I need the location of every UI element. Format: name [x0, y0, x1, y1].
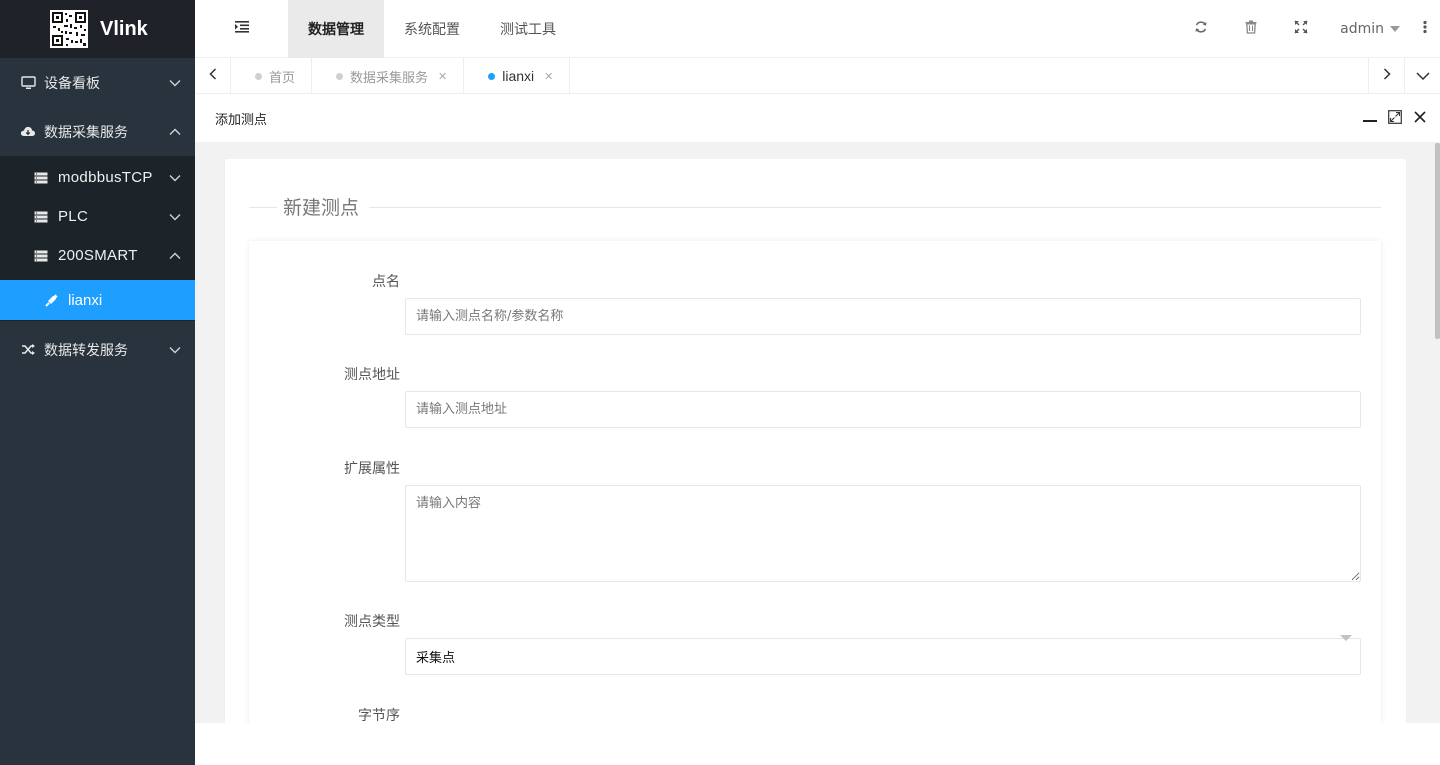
chevron-right-icon — [1383, 68, 1391, 84]
trash-icon — [1245, 20, 1257, 38]
dialog-scrollbar[interactable] — [1435, 143, 1440, 723]
fullscreen-button[interactable] — [1276, 0, 1326, 58]
server-icon — [34, 170, 50, 186]
sidebar-subitem-label: modbbusTCP — [58, 169, 153, 186]
page-tab-home[interactable]: 首页 — [231, 58, 313, 94]
sidebar-subitem-modbbustcp[interactable]: modbbusTCP — [0, 158, 195, 197]
sidebar-subitem-plc[interactable]: PLC — [0, 197, 195, 236]
fieldset-legend: 新建测点 — [249, 197, 1381, 219]
submenu-data-collection: modbbusTCP PLC 200SMART lianxi — [0, 156, 195, 321]
form-card: 新建测点 点名 测点地址 扩展属性 测点类型 采集点 字节序 — [225, 159, 1406, 723]
user-name: admin — [1340, 21, 1384, 37]
sidebar: Vlink 设备看板 数据采集服务 modbbusTCP PLC 200SMAR… — [0, 0, 195, 765]
field-label-extended-attributes: 扩展属性 — [344, 461, 400, 477]
page-tabs-bar: 首页 数据采集服务 ✕ lianxi ✕ — [195, 58, 1440, 94]
sidebar-item-data-forwarding[interactable]: 数据转发服务 — [0, 325, 195, 374]
chevron-up-icon — [169, 250, 181, 262]
close-icon[interactable]: ✕ — [438, 70, 447, 83]
header-actions: admin — [1176, 0, 1440, 58]
chevron-down-icon — [169, 77, 181, 89]
sidebar-subitem-200smart[interactable]: 200SMART — [0, 236, 195, 275]
chevron-down-icon — [169, 172, 181, 184]
sidebar-leaf-lianxi[interactable]: lianxi — [0, 280, 195, 320]
field-label-byte-order: 字节序 — [358, 708, 400, 723]
chevron-left-icon — [208, 68, 217, 84]
shuffle-icon — [20, 342, 36, 358]
minimize-button[interactable] — [1357, 107, 1382, 132]
legend-divider — [369, 207, 1381, 208]
sidebar-item-device-board[interactable]: 设备看板 — [0, 58, 195, 107]
app-title: Vlink — [100, 17, 148, 40]
chevron-up-icon — [169, 126, 181, 138]
tab-status-dot — [336, 72, 344, 80]
qr-code-logo-icon — [50, 10, 88, 48]
top-tab-data-management[interactable]: 数据管理 — [288, 0, 384, 58]
scrollbar-thumb[interactable] — [1435, 143, 1440, 339]
maximize-icon — [1387, 110, 1402, 128]
close-icon — [1413, 111, 1426, 127]
page-tab-label: 首页 — [269, 70, 296, 86]
page-tab-label: lianxi — [502, 68, 535, 84]
chevron-down-icon — [169, 211, 181, 223]
caret-down-icon — [1340, 635, 1352, 641]
dialog-close-button[interactable] — [1407, 107, 1432, 132]
tabs-scroll-left-button[interactable] — [195, 58, 231, 94]
page-tab-lianxi[interactable]: lianxi ✕ — [464, 58, 571, 94]
clear-cache-button[interactable] — [1226, 0, 1276, 58]
caret-down-icon — [1390, 26, 1400, 32]
chevron-down-icon — [169, 344, 181, 356]
sidebar-item-label: 数据采集服务 — [44, 124, 128, 141]
top-header: 数据管理 系统配置 测试工具 admin — [195, 0, 1440, 58]
sidebar-leaf-label: lianxi — [68, 291, 103, 309]
monitor-icon — [20, 75, 36, 91]
dialog-footer — [195, 723, 1440, 765]
user-menu[interactable]: admin — [1326, 0, 1410, 58]
tabs-dropdown-button[interactable] — [1404, 58, 1440, 94]
top-tab-test-tools[interactable]: 测试工具 — [480, 0, 576, 58]
fullscreen-icon — [1294, 20, 1308, 38]
form-legend: 新建测点 — [279, 197, 364, 219]
tabs-right-controls — [1368, 58, 1440, 94]
plug-icon — [44, 292, 60, 308]
dialog-actions — [1357, 95, 1432, 143]
more-vertical-icon — [1423, 20, 1427, 38]
menu-indent-icon — [234, 20, 250, 37]
maximize-button[interactable] — [1382, 107, 1407, 132]
dialog-header: 添加测点 — [195, 95, 1440, 143]
sidebar-item-data-collection[interactable]: 数据采集服务 — [0, 107, 195, 156]
more-menu-button[interactable] — [1410, 0, 1440, 58]
form-box: 点名 测点地址 扩展属性 测点类型 采集点 字节序 — [249, 241, 1381, 723]
tab-status-dot — [255, 72, 262, 80]
extended-attributes-textarea[interactable] — [405, 485, 1361, 582]
sidebar-item-label: 数据转发服务 — [44, 342, 128, 359]
sidebar-item-label: 设备看板 — [44, 75, 100, 92]
tabs-scroll-right-button[interactable] — [1368, 58, 1404, 94]
page-tab-data-collection[interactable]: 数据采集服务 ✕ — [312, 58, 465, 94]
field-label-point-type: 测点类型 — [344, 614, 400, 630]
cloud-download-icon — [20, 124, 36, 140]
tab-status-dot — [488, 72, 496, 80]
menu-toggle-button[interactable] — [195, 0, 288, 58]
point-address-input[interactable] — [405, 391, 1361, 428]
dialog-title: 添加测点 — [215, 113, 268, 128]
field-label-point-address: 测点地址 — [344, 367, 400, 383]
dialog-body: 新建测点 点名 测点地址 扩展属性 测点类型 采集点 字节序 — [195, 143, 1440, 723]
logo[interactable]: Vlink — [0, 0, 195, 58]
refresh-icon — [1194, 20, 1208, 38]
point-type-select[interactable]: 采集点 — [405, 635, 1361, 675]
point-name-input[interactable] — [405, 298, 1361, 335]
sidebar-subitem-label: PLC — [58, 208, 89, 225]
point-type-selected-value: 采集点 — [416, 651, 456, 666]
top-tab-system-config[interactable]: 系统配置 — [384, 0, 480, 58]
close-icon[interactable]: ✕ — [544, 70, 553, 83]
field-label-point-name: 点名 — [372, 274, 400, 290]
sidebar-subitem-label: 200SMART — [58, 247, 138, 264]
minimize-icon — [1362, 111, 1377, 127]
refresh-button[interactable] — [1176, 0, 1226, 58]
legend-divider — [249, 207, 277, 208]
chevron-down-icon — [1415, 68, 1430, 84]
page-tab-label: 数据采集服务 — [350, 70, 429, 86]
server-icon — [34, 248, 50, 264]
server-icon — [34, 209, 50, 225]
